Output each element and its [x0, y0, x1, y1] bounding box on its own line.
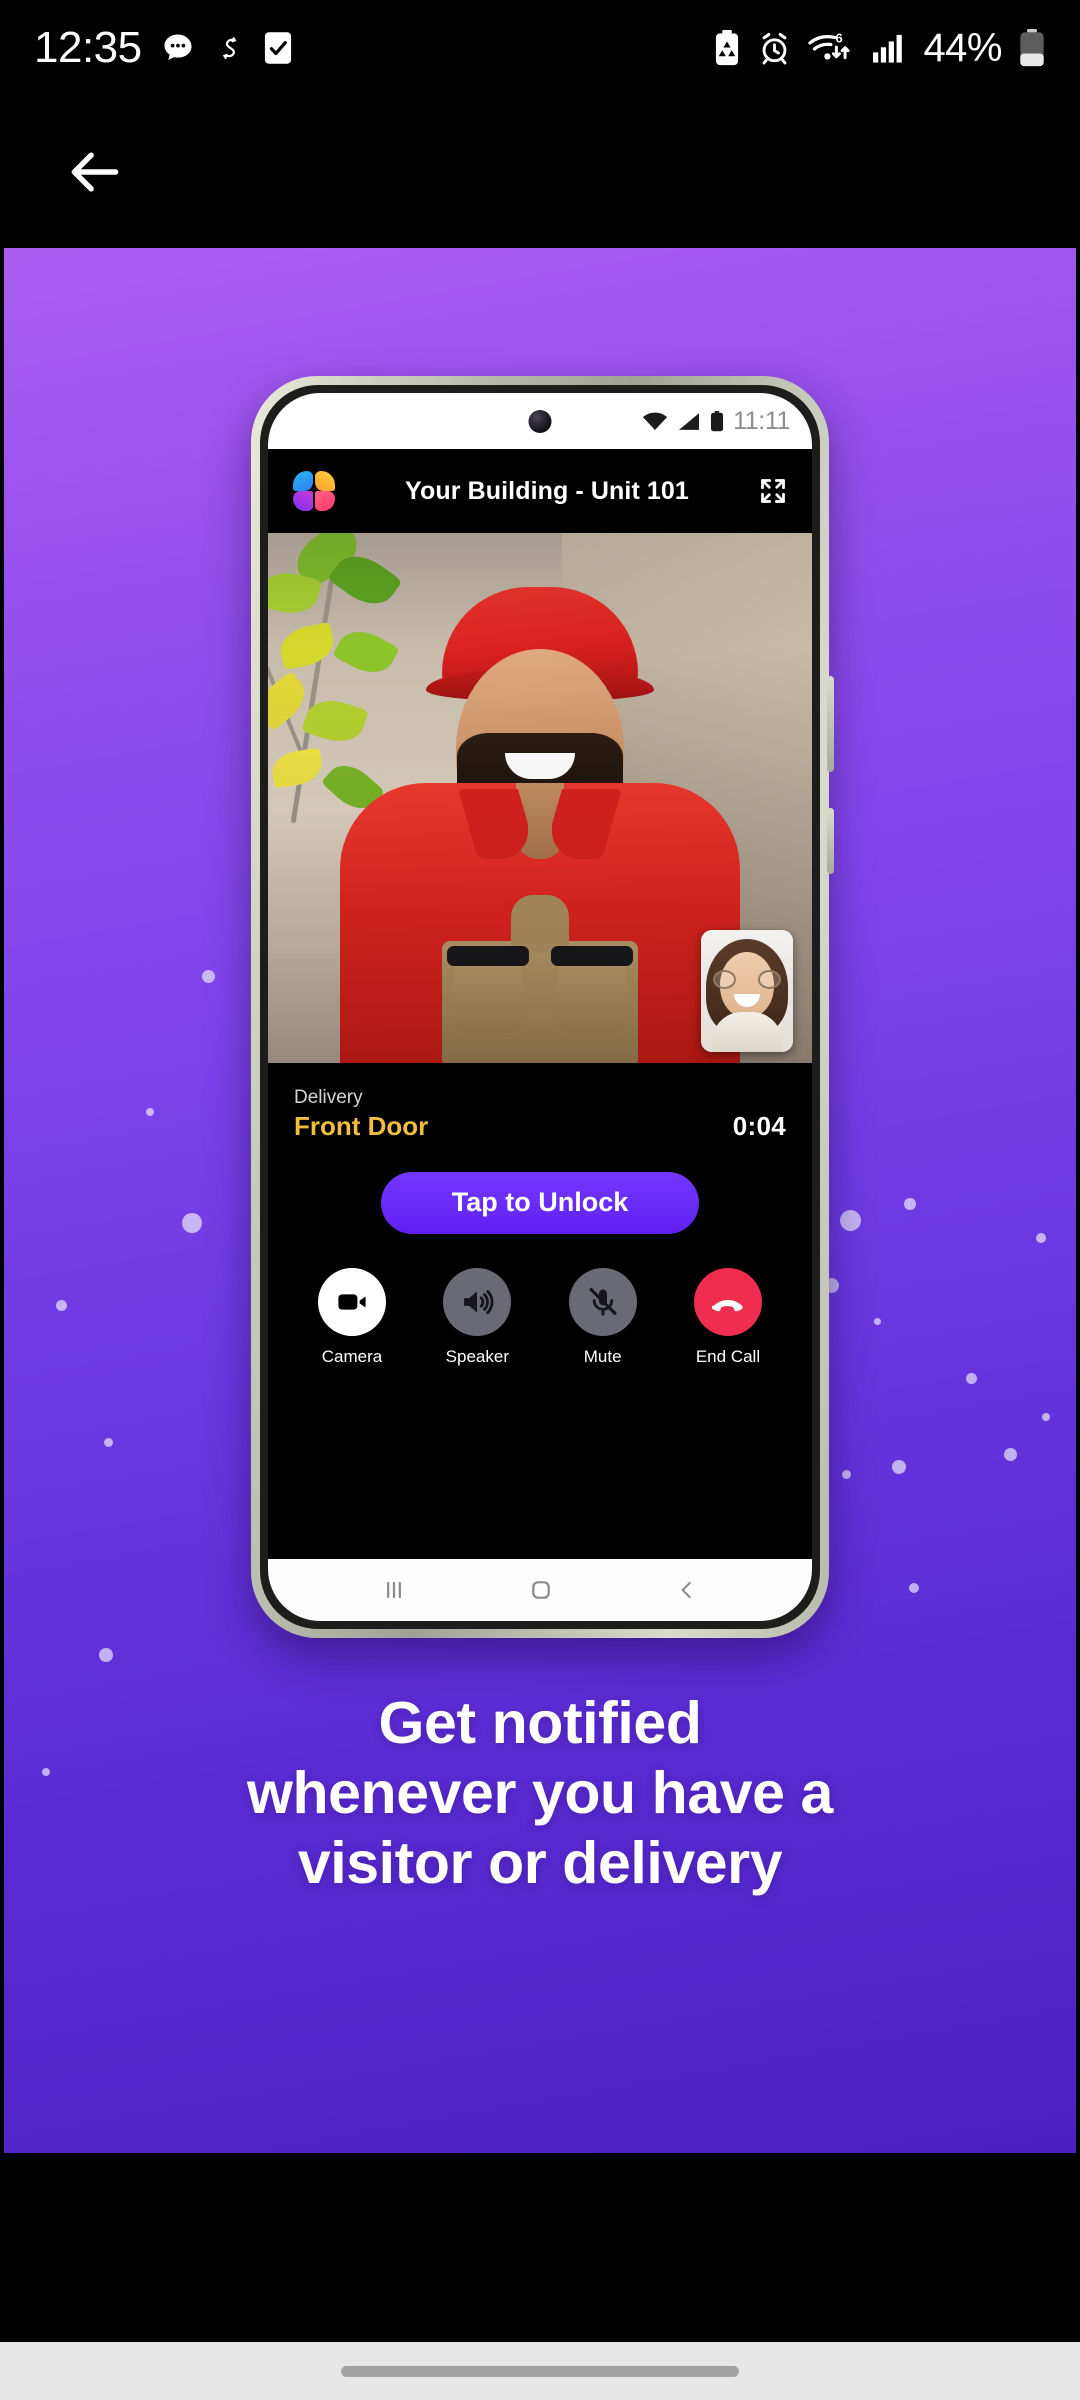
- volume-button[interactable]: [827, 676, 834, 772]
- tap-to-unlock-button[interactable]: Tap to Unlock: [381, 1171, 699, 1234]
- app-bar: [0, 96, 1080, 248]
- door-location-label: Front Door: [294, 1110, 429, 1141]
- device-app-title: Your Building - Unit 101: [405, 476, 689, 505]
- call-info-row: Delivery Front Door 0:04: [268, 1063, 812, 1146]
- mic-muted-icon: [568, 1267, 637, 1336]
- alarm-icon: [758, 32, 791, 65]
- phone-screen: 12:35 6 44% 11:11 Your Building - Unit 1…: [0, 0, 1080, 2400]
- sparkle-dot: [840, 1210, 861, 1231]
- speaker-icon: [443, 1267, 512, 1336]
- device-nav-bar: [268, 1559, 812, 1621]
- power-button[interactable]: [827, 808, 834, 874]
- sparkle-dot: [1004, 1448, 1017, 1461]
- svg-text:6: 6: [836, 31, 843, 46]
- sparkle-dot: [202, 970, 215, 983]
- speaker-control-label: Speaker: [445, 1346, 509, 1366]
- onboarding-promo-card: 11:11 Your Building - Unit 101 Delivery …: [4, 248, 1076, 2153]
- sparkle-dot: [842, 1470, 851, 1479]
- sparkle-dot: [99, 1648, 113, 1662]
- system-gesture-area: [0, 2342, 1080, 2400]
- call-controls: Camera Speaker Mute End Call: [268, 1233, 812, 1367]
- sparkle-dot: [1036, 1233, 1046, 1243]
- back-button[interactable]: [56, 133, 134, 211]
- phone-hangup-icon: [693, 1267, 762, 1336]
- back-arrow-icon: [71, 152, 119, 192]
- butterfly-logo-icon: [292, 471, 336, 511]
- unlock-button-row: Tap to Unlock: [268, 1145, 812, 1234]
- recents-icon[interactable]: [380, 1576, 408, 1604]
- video-camera-icon: [318, 1267, 386, 1336]
- status-bar-right: 6 44%: [712, 26, 1046, 71]
- cellular-signal-icon: [871, 32, 907, 64]
- sparkle-dot: [909, 1583, 919, 1593]
- device-app-header: Your Building - Unit 101: [268, 449, 812, 533]
- headline-line-1: Get notified: [378, 1690, 702, 1756]
- message-bubble-icon: [160, 30, 196, 66]
- battery-percent-label: 44%: [923, 25, 1002, 70]
- os-status-bar: 12:35 6 44%: [0, 0, 1080, 96]
- doorbell-video-feed[interactable]: [268, 533, 812, 1063]
- battery-icon: [1018, 29, 1046, 67]
- speaker-control-button[interactable]: Speaker: [427, 1267, 527, 1367]
- sparkle-dot: [1042, 1413, 1050, 1421]
- device-mockup: 11:11 Your Building - Unit 101 Delivery …: [251, 376, 834, 1638]
- fullscreen-expand-icon[interactable]: [758, 476, 788, 506]
- call-timer: 0:04: [732, 1110, 786, 1141]
- headline-line-3: visitor or delivery: [297, 1830, 783, 1897]
- mute-control-label: Mute: [583, 1346, 622, 1366]
- status-bar-left: 12:35: [34, 26, 293, 70]
- call-info-text: Delivery Front Door: [294, 1085, 428, 1142]
- wifi-6-icon: 6: [807, 30, 855, 66]
- end-call-button[interactable]: End Call: [678, 1267, 778, 1367]
- end-call-label: End Call: [695, 1346, 761, 1366]
- sparkle-dot: [56, 1300, 67, 1311]
- device-battery-icon: [710, 410, 724, 432]
- battery-saver-icon: [712, 30, 742, 66]
- camera-control-label: Camera: [321, 1346, 383, 1366]
- self-view-pip[interactable]: [701, 930, 793, 1052]
- checkbox-checked-icon: [263, 31, 293, 65]
- device-screen: 11:11 Your Building - Unit 101 Delivery …: [268, 393, 812, 1621]
- status-clock: 12:35: [34, 23, 142, 72]
- device-signal-icon: [677, 412, 701, 431]
- sparkle-dot: [104, 1438, 113, 1447]
- sparkle-dot: [966, 1373, 977, 1384]
- device-back-icon[interactable]: [674, 1577, 700, 1603]
- gesture-pill[interactable]: [341, 2365, 739, 2377]
- front-camera-punchhole: [528, 410, 552, 433]
- camera-control-button[interactable]: Camera: [302, 1267, 402, 1367]
- refresh-sync-icon: [214, 33, 245, 64]
- device-status-bar: 11:11: [268, 393, 812, 449]
- sparkle-dot: [904, 1198, 916, 1210]
- device-clock: 11:11: [733, 406, 790, 435]
- sparkle-dot: [182, 1213, 202, 1233]
- device-wifi-icon: [642, 412, 668, 431]
- sparkle-dot: [874, 1318, 881, 1325]
- home-icon[interactable]: [527, 1576, 555, 1604]
- device-bezel: 11:11 Your Building - Unit 101 Delivery …: [260, 385, 820, 1629]
- visitor-type-label: Delivery: [294, 1087, 363, 1108]
- promo-headline: Get notified whenever you have a visitor…: [4, 1688, 1076, 1899]
- sparkle-dot: [892, 1460, 906, 1474]
- headline-line-2: whenever you have a: [247, 1760, 833, 1827]
- sparkle-dot: [146, 1108, 154, 1116]
- mute-control-button[interactable]: Mute: [553, 1267, 653, 1367]
